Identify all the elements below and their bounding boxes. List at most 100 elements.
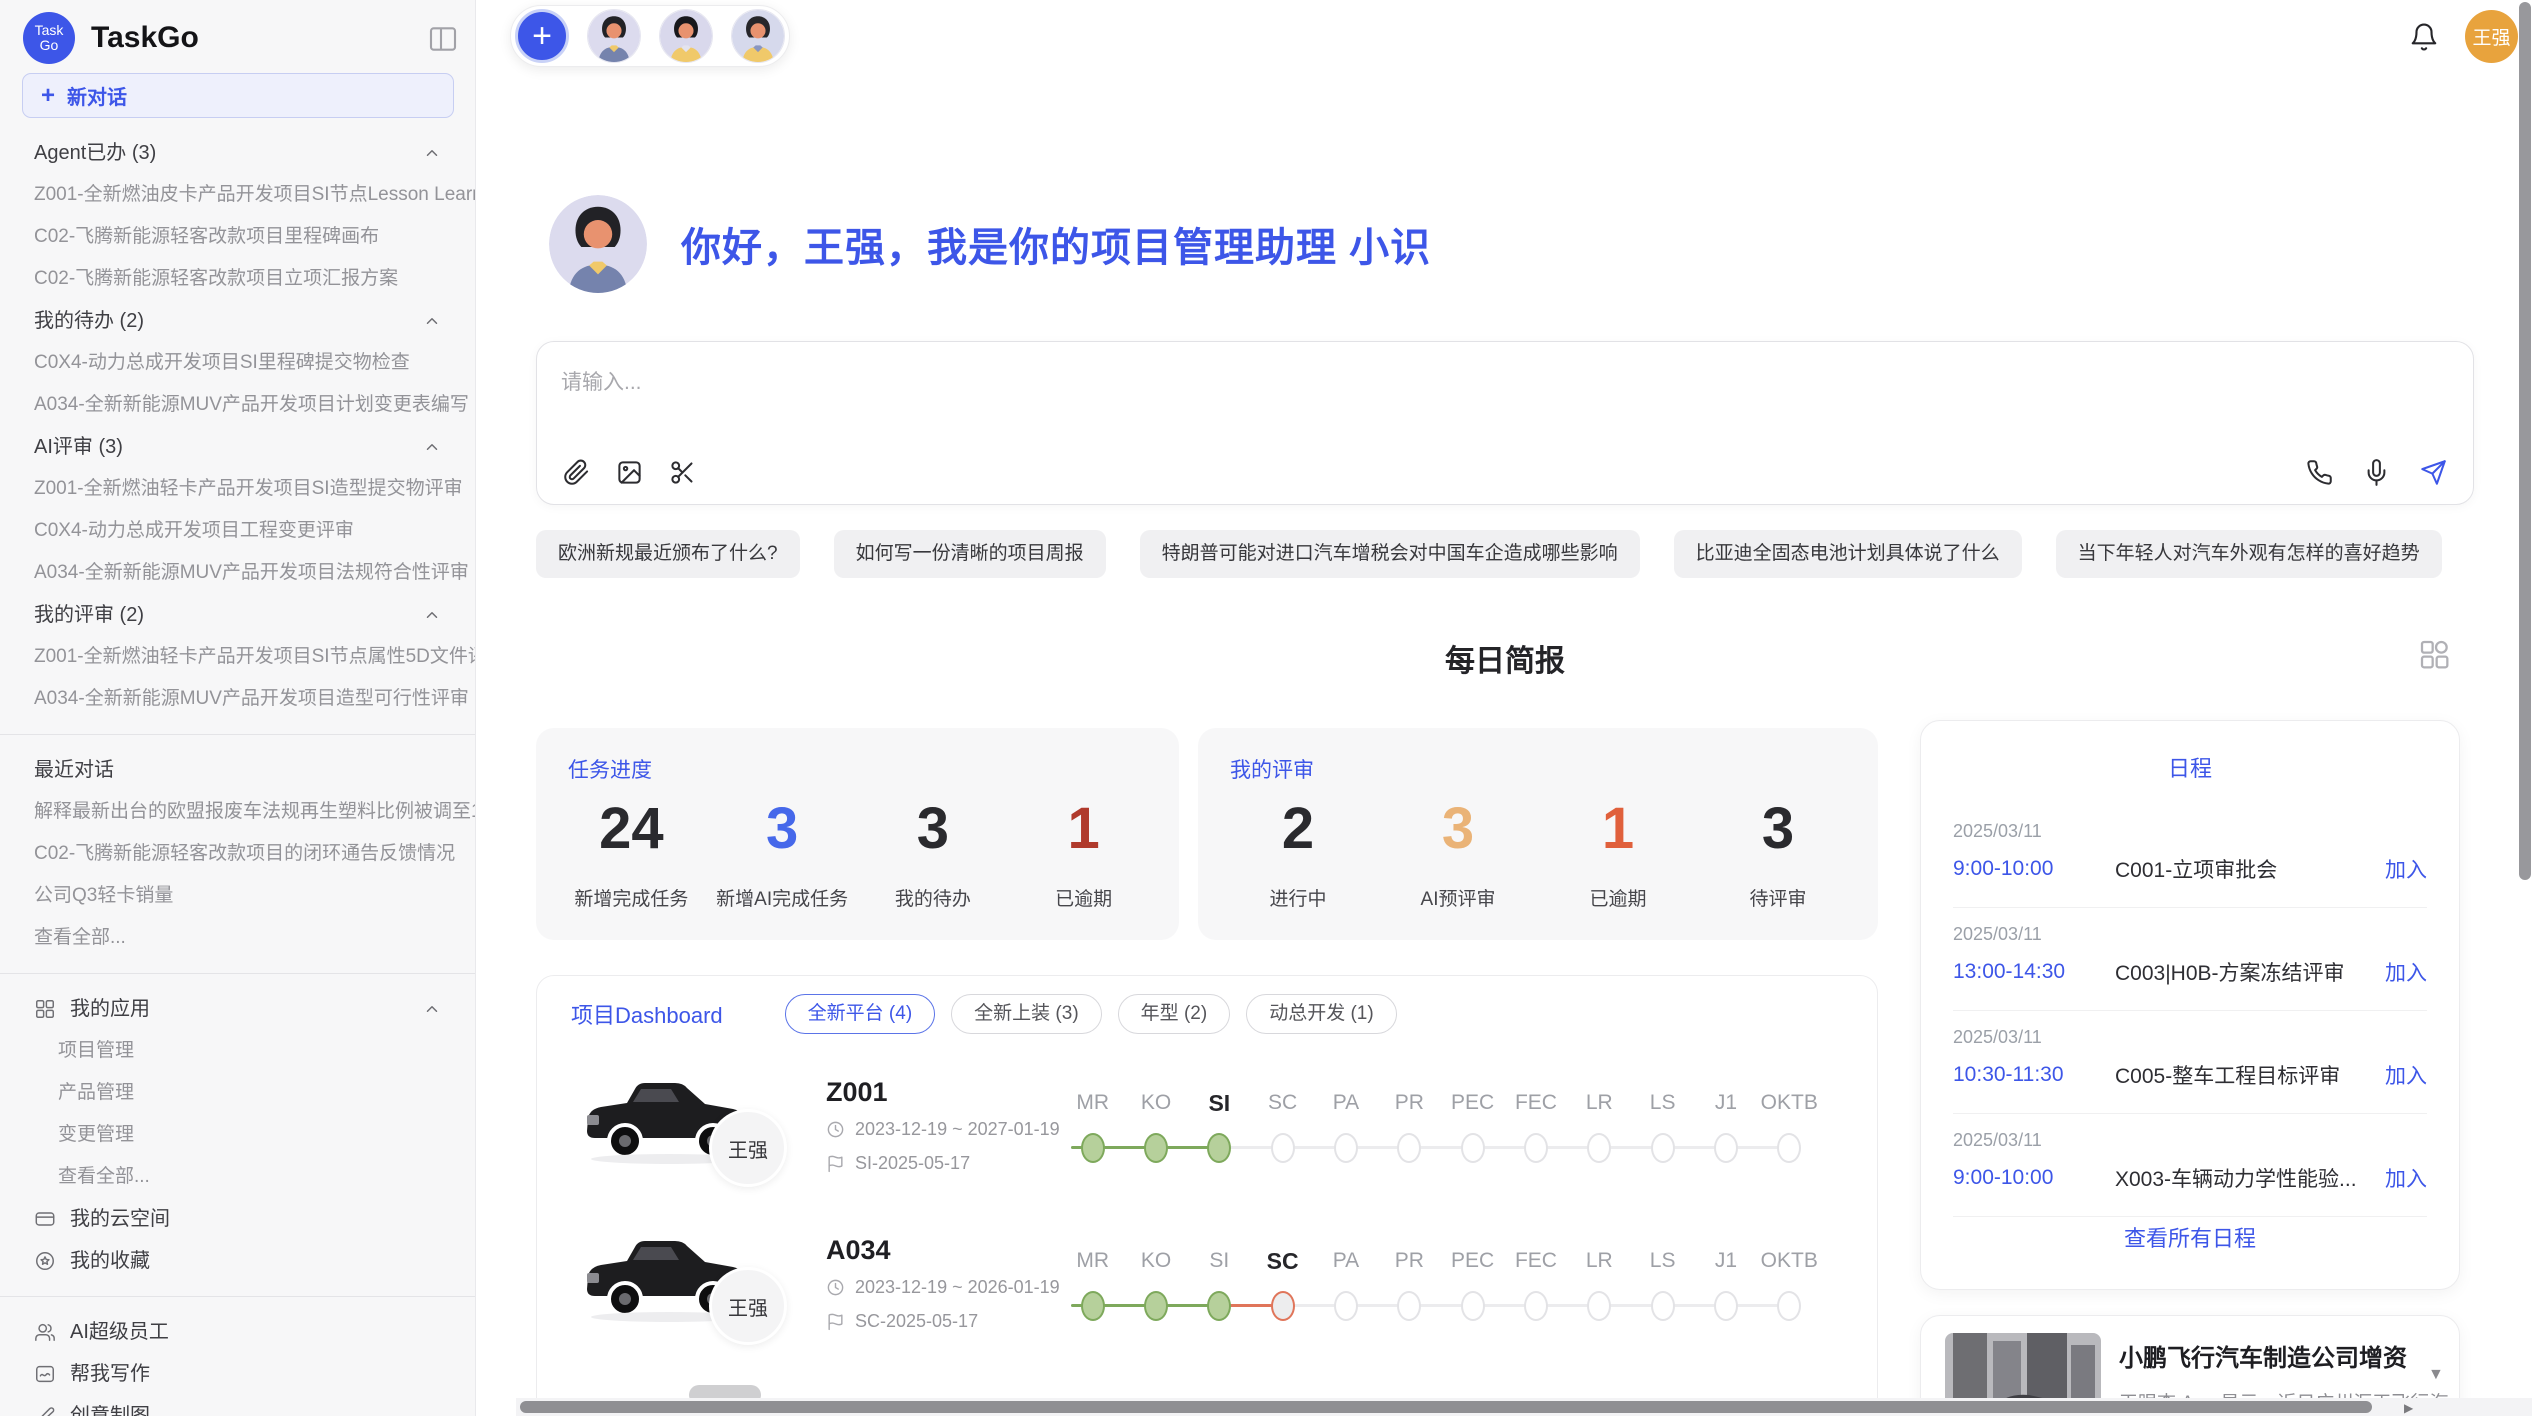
milestone-dot-cell <box>1251 1133 1314 1163</box>
sidebar-item[interactable]: C02-飞腾新能源轻客改款项目立项汇报方案 <box>0 258 475 300</box>
assistant-avatar-1[interactable] <box>587 9 641 63</box>
my-review-stats: 2进行中3AI预评审1已逾期3待评审 <box>1218 790 1858 926</box>
suggestion-chip[interactable]: 当下年轻人对汽车外观有怎样的喜好趋势 <box>2056 530 2442 578</box>
event-date: 2025/03/11 <box>1953 1130 2427 1151</box>
suggestion-chip[interactable]: 欧洲新规最近颁布了什么? <box>536 530 800 578</box>
stat-label: 新增AI完成任务 <box>716 884 848 911</box>
sidebar-section-header[interactable]: 我的待办 (2) <box>0 300 475 342</box>
sidebar-item[interactable]: A034-全新新能源MUV产品开发项目法规符合性评审 <box>0 552 475 594</box>
sidebar-item[interactable]: C0X4-动力总成开发项目SI里程碑提交物检查 <box>0 342 475 384</box>
app-item[interactable]: 变更管理 <box>0 1114 475 1156</box>
image-icon[interactable] <box>616 459 643 486</box>
milestone-label: SC <box>1251 1243 1314 1279</box>
project-dates: 2023-12-19 ~ 2027-01-19 <box>826 1119 1060 1140</box>
event-join-link[interactable]: 加入 <box>2385 957 2427 987</box>
sidebar-item-favorites[interactable]: 我的收藏 <box>0 1240 475 1282</box>
horizontal-scrollbar-thumb[interactable] <box>520 1401 2372 1413</box>
milestone-dot <box>1651 1133 1675 1163</box>
sidebar-section-label: 我的评审 (2) <box>34 594 144 636</box>
apps-view-all[interactable]: 查看全部... <box>0 1156 475 1198</box>
milestone-dot <box>1144 1133 1168 1163</box>
app-root: Task Go TaskGo + 新对话 Agent已办 (3)Z001-全新燃… <box>0 0 2532 1416</box>
assistant-avatar-3[interactable] <box>731 9 785 63</box>
vertical-scrollbar-thumb[interactable] <box>2519 2 2531 880</box>
project-row[interactable]: 王强Z0012023-12-19 ~ 2027-01-19SI-2025-05-… <box>537 1049 1877 1207</box>
scroll-down-arrow-icon[interactable]: ▼ <box>2428 1366 2444 1384</box>
milestone-dot-cell <box>1441 1133 1504 1163</box>
event-date: 2025/03/11 <box>1953 924 2427 945</box>
sidebar-item-cloud-left: 我的云空间 <box>34 1198 170 1240</box>
schedule-event: 2025/03/119:00-10:00C001-立项审批会加入 <box>1953 805 2427 908</box>
sidebar-collapse-icon[interactable] <box>427 23 459 53</box>
milestone-label: J1 <box>1694 1085 1757 1121</box>
event-join-link[interactable]: 加入 <box>2385 854 2427 884</box>
chat-input[interactable] <box>561 366 2449 430</box>
scroll-right-arrow-icon[interactable]: ▶ <box>2404 1401 2413 1415</box>
sidebar-section-header[interactable]: AI评审 (3) <box>0 426 475 468</box>
dashboard-tab[interactable]: 全新平台 (4) <box>785 994 936 1034</box>
milestone-label: PEC <box>1441 1085 1504 1121</box>
sidebar-item[interactable]: Z001-全新燃油轻卡产品开发项目SI节点属性5D文件评审 <box>0 636 475 678</box>
notification-bell-icon[interactable] <box>2409 22 2439 52</box>
sidebar-section-header[interactable]: 我的评审 (2) <box>0 594 475 636</box>
milestone-label: FEC <box>1504 1243 1567 1279</box>
view-all-schedule-link[interactable]: 查看所有日程 <box>1921 1221 2459 1253</box>
sidebar-item[interactable]: A034-全新新能源MUV产品开发项目造型可行性评审 <box>0 678 475 720</box>
suggestion-chip[interactable]: 如何写一份清晰的项目周报 <box>834 530 1106 578</box>
star-circle-icon <box>34 1250 56 1272</box>
sidebar-my-apps[interactable]: 我的应用 <box>0 988 475 1030</box>
dashboard-tab[interactable]: 动总开发 (1) <box>1246 994 1397 1034</box>
sidebar-section-label: 我的待办 (2) <box>34 300 144 342</box>
recent-chat-item[interactable]: 公司Q3轻卡销量 <box>0 875 475 917</box>
sidebar-item[interactable]: Z001-全新燃油皮卡产品开发项目SI节点Lesson Learn报告 <box>0 174 475 216</box>
sidebar-item[interactable]: C0X4-动力总成开发项目工程变更评审 <box>0 510 475 552</box>
sidebar-item-ai-staff[interactable]: AI超级员工 <box>0 1311 475 1353</box>
milestone-dot <box>1524 1133 1548 1163</box>
sidebar-item-ai-staff-label: AI超级员工 <box>70 1311 169 1353</box>
project-row[interactable]: 王强A0342023-12-19 ~ 2026-01-19SC-2025-05-… <box>537 1207 1877 1365</box>
task-progress-title: 任务进度 <box>568 754 652 784</box>
horizontal-scrollbar[interactable]: ▶ <box>516 1398 2532 1416</box>
project-rows: 王强Z0012023-12-19 ~ 2027-01-19SI-2025-05-… <box>537 1049 1877 1365</box>
milestone-label: KO <box>1124 1085 1187 1121</box>
send-icon[interactable] <box>2420 459 2447 486</box>
paperclip-icon[interactable] <box>563 459 590 486</box>
milestone-dot <box>1207 1291 1231 1321</box>
recent-view-all[interactable]: 查看全部... <box>0 917 475 959</box>
event-join-link[interactable]: 加入 <box>2385 1163 2427 1193</box>
event-line: 10:30-11:30C005-整车工程目标评审加入 <box>1953 1060 2427 1090</box>
add-assistant-button[interactable]: + <box>515 9 569 63</box>
suggestion-chip[interactable]: 特朗普可能对进口汽车增税会对中国车企造成哪些影响 <box>1140 530 1640 578</box>
event-date: 2025/03/11 <box>1953 1027 2427 1048</box>
dashboard-tab[interactable]: 全新上装 (3) <box>951 994 1102 1034</box>
sidebar-item[interactable]: A034-全新新能源MUV产品开发项目计划变更表编写 <box>0 384 475 426</box>
stat-value: 1 <box>1602 790 1634 868</box>
suggestion-chip[interactable]: 比亚迪全固态电池计划具体说了什么 <box>1674 530 2022 578</box>
stat-cell: 24新增完成任务 <box>556 790 707 926</box>
project-dates: 2023-12-19 ~ 2026-01-19 <box>826 1277 1060 1298</box>
briefing-layout-icon[interactable] <box>2418 638 2450 670</box>
project-flag: SI-2025-05-17 <box>826 1153 970 1174</box>
clock-icon <box>826 1278 845 1297</box>
sidebar-item-cloud[interactable]: 我的云空间 <box>0 1198 475 1240</box>
sidebar-item[interactable]: Z001-全新燃油轻卡产品开发项目SI造型提交物评审 <box>0 468 475 510</box>
app-item[interactable]: 产品管理 <box>0 1072 475 1114</box>
event-join-link[interactable]: 加入 <box>2385 1060 2427 1090</box>
recent-chat-item[interactable]: C02-飞腾新能源轻客改款项目的闭环通告反馈情况 <box>0 833 475 875</box>
scissors-icon[interactable] <box>669 459 696 486</box>
recent-chat-item[interactable]: 解释最新出台的欧盟报废车法规再生塑料比例被调至15%... <box>0 791 475 833</box>
stat-cell: 3待评审 <box>1698 790 1858 926</box>
mic-icon[interactable] <box>2363 459 2390 486</box>
milestone-dot <box>1524 1291 1548 1321</box>
assistant-avatar-2[interactable] <box>659 9 713 63</box>
app-item[interactable]: 项目管理 <box>0 1030 475 1072</box>
sidebar-item[interactable]: C02-飞腾新能源轻客改款项目里程碑画布 <box>0 216 475 258</box>
project-code: Z001 <box>826 1077 888 1108</box>
dashboard-tab[interactable]: 年型 (2) <box>1118 994 1231 1034</box>
sidebar-item-creative-draw[interactable]: 创意制图 <box>0 1395 475 1416</box>
sidebar-item-help-write[interactable]: 帮我写作 <box>0 1353 475 1395</box>
sidebar-section-header[interactable]: Agent已办 (3) <box>0 132 475 174</box>
user-avatar[interactable]: 王强 <box>2465 10 2518 63</box>
phone-icon[interactable] <box>2306 459 2333 486</box>
new-chat-button[interactable]: + 新对话 <box>22 73 454 118</box>
